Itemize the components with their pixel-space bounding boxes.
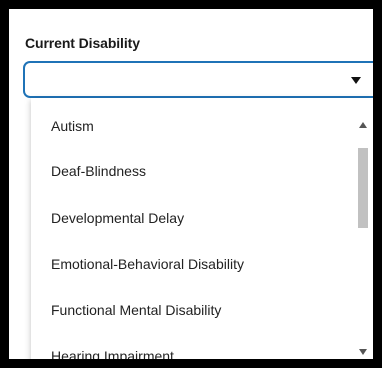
dropdown-scrollbar[interactable] xyxy=(355,98,373,359)
chevron-down-icon[interactable] xyxy=(351,77,361,84)
option-emotional-behavioral-disability[interactable]: Emotional-Behavioral Disability xyxy=(31,241,355,287)
option-deaf-blindness[interactable]: Deaf-Blindness xyxy=(31,148,355,194)
disability-form: Current Disability Autism Deaf-Blindness… xyxy=(9,9,373,359)
option-autism[interactable]: Autism xyxy=(31,103,355,149)
arrow-down-icon[interactable] xyxy=(359,349,367,355)
current-disability-label: Current Disability xyxy=(25,35,140,51)
arrow-up-icon[interactable] xyxy=(359,122,367,128)
option-developmental-delay[interactable]: Developmental Delay xyxy=(31,195,355,241)
scroll-thumb[interactable] xyxy=(358,148,368,228)
option-hearing-impairment[interactable]: Hearing Impairment xyxy=(31,333,355,359)
dropdown-panel: Autism Deaf-Blindness Developmental Dela… xyxy=(31,98,373,359)
option-functional-mental-disability[interactable]: Functional Mental Disability xyxy=(31,287,355,333)
current-disability-select[interactable] xyxy=(23,61,373,98)
